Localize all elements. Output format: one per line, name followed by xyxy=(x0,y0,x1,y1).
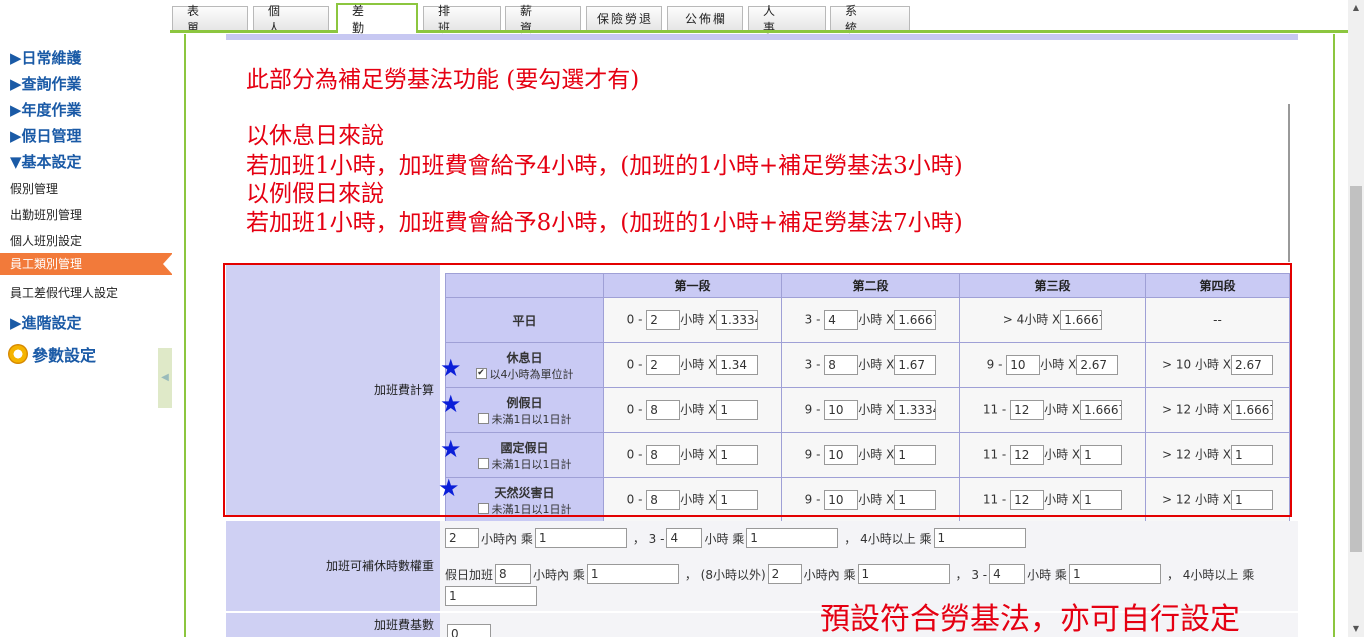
tab-personal[interactable]: 個 人 xyxy=(253,4,329,35)
multiplier-input[interactable]: 1 xyxy=(933,528,1026,548)
sidebar-item-agent[interactable]: 員工差假代理人設定 xyxy=(10,284,118,301)
annotation-line: 以休息日來說 xyxy=(246,123,384,149)
tab-system[interactable]: 系 統 xyxy=(830,4,910,35)
sidebar-item-shifts[interactable]: 出勤班別管理 xyxy=(10,206,82,223)
tab-bulletin[interactable]: 公佈欄 xyxy=(667,6,743,30)
sidebar-item-daily[interactable]: ▶日常維護 xyxy=(10,47,82,68)
tab-scheduling[interactable]: 排 班 xyxy=(423,4,501,35)
base-input[interactable]: 0 xyxy=(447,624,491,637)
annotation-line: 若加班1小時，加班費會給予8小時，(加班的1小時+補足勞基法7小時) xyxy=(246,210,963,236)
hours-input[interactable]: 2 xyxy=(445,528,479,548)
multiplier-input[interactable]: 1 xyxy=(746,528,839,548)
multiplier-input[interactable]: 1 xyxy=(445,586,537,606)
scrollbar-thumb[interactable] xyxy=(1350,186,1362,552)
sidebar-item-advanced[interactable]: ▶進階設定 xyxy=(10,312,82,333)
sidebar-item-params-label: 參數設定 xyxy=(32,346,97,365)
star-icon: ★ xyxy=(440,435,462,463)
tab-hr[interactable]: 人 事 xyxy=(748,4,826,35)
base-label: 加班費基數 xyxy=(226,613,440,637)
tab-forms[interactable]: 表 單 xyxy=(172,4,248,35)
annotation-bottom: 預設符合勞基法，亦可自行設定 xyxy=(820,602,1240,637)
sidebar-item-personal-shift[interactable]: 個人班別設定 xyxy=(10,232,82,249)
sidebar-item-holiday[interactable]: ▶假日管理 xyxy=(10,125,82,146)
multiplier-input[interactable]: 1 xyxy=(586,564,679,584)
hours-input[interactable]: 4 xyxy=(666,528,703,548)
star-icon: ★ xyxy=(438,474,460,502)
compensatory-label: 加班可補休時數權重 xyxy=(226,521,440,611)
sidebar-item-yearly[interactable]: ▶年度作業 xyxy=(10,99,82,120)
tab-insurance[interactable]: 保險勞退 xyxy=(586,6,662,30)
multiplier-input[interactable]: 1 xyxy=(857,564,950,584)
star-icon: ★ xyxy=(440,354,462,382)
top-tab-bar: 表 單 個 人 差 勤 排 班 薪 資 保險勞退 公佈欄 人 事 系 統 xyxy=(0,0,1348,35)
compensatory-line-2: 假日加班 8 小時內 乘 1 ， (8小時以外) 2 小時內 乘 1 ， 3 -… xyxy=(445,564,1254,584)
hours-input[interactable]: 8 xyxy=(495,564,532,584)
multiplier-input[interactable]: 1 xyxy=(1068,564,1161,584)
sidebar-item-params[interactable]: 參數設定 xyxy=(8,342,96,366)
sidebar-item-query[interactable]: ▶查詢作業 xyxy=(10,73,82,94)
annotation-box: 以休息日來說 若加班1小時，加班費會給予4小時，(加班的1小時+補足勞基法3小時… xyxy=(226,104,1290,262)
sidebar-item-employee-type[interactable]: 員工類別管理 xyxy=(0,253,173,275)
hours-input[interactable]: 2 xyxy=(767,564,802,584)
annotation-title: 此部分為補足勞基法功能 (要勾選才有) xyxy=(246,67,640,93)
hours-input[interactable]: 4 xyxy=(989,564,1026,584)
main-content: 此部分為補足勞基法功能 (要勾選才有) 以休息日來說 若加班1小時，加班費會給予… xyxy=(223,34,1298,637)
annotation-header: 此部分為補足勞基法功能 (要勾選才有) xyxy=(226,34,1298,104)
scroll-down-icon[interactable]: ▼ xyxy=(1348,621,1364,637)
tab-salary[interactable]: 薪 資 xyxy=(505,4,581,35)
content-right-border xyxy=(1333,34,1335,637)
star-icon: ★ xyxy=(440,390,462,418)
collapse-sidebar-handle[interactable]: ◀ xyxy=(158,348,172,408)
scroll-up-icon[interactable]: ▲ xyxy=(1348,0,1364,16)
content-left-border xyxy=(184,34,186,637)
sidebar-item-basic[interactable]: ▼基本設定 xyxy=(10,151,82,172)
gear-icon xyxy=(8,344,28,364)
compensatory-line-1: 2 小時內 乘 1 ， 3 - 4 小時 乘 1 ， 4小時以上 乘 1 xyxy=(445,528,1026,548)
highlight-frame xyxy=(223,263,1292,517)
multiplier-input[interactable]: 1 xyxy=(534,528,627,548)
tab-attendance[interactable]: 差 勤 xyxy=(336,3,418,35)
sidebar-item-leave-types[interactable]: 假別管理 xyxy=(10,180,58,197)
